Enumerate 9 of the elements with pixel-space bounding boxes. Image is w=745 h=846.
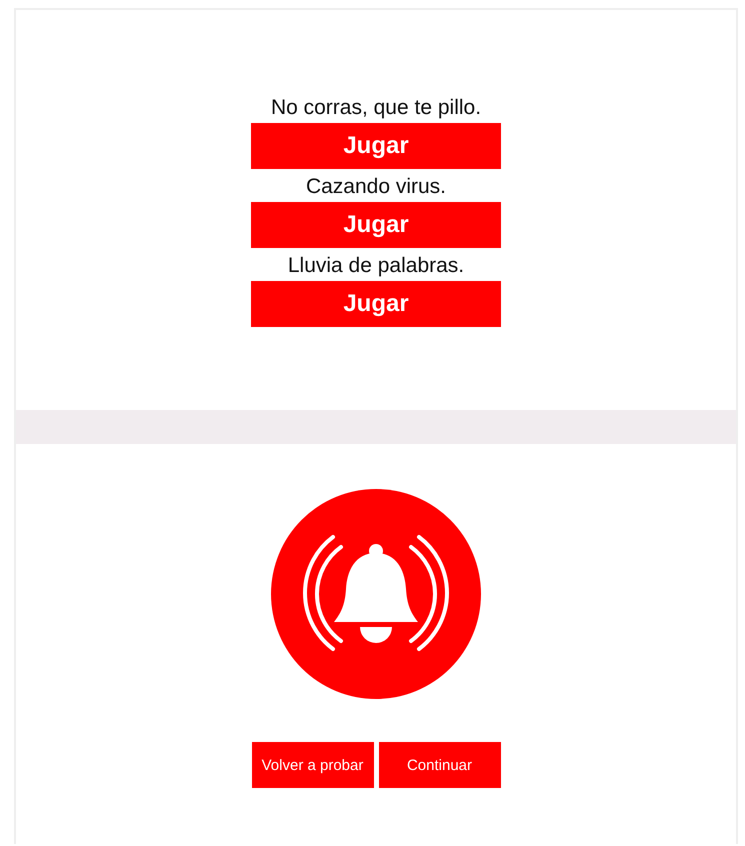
play-button[interactable]: Jugar: [251, 202, 501, 248]
action-button[interactable]: Volver a probar: [252, 742, 374, 788]
game-title: No corras, que te pillo.: [270, 95, 482, 121]
bell-alert-icon: [271, 489, 481, 699]
game-title: Cazando virus.: [306, 174, 446, 200]
play-button[interactable]: Jugar: [251, 281, 501, 327]
action-button[interactable]: Continuar: [378, 742, 500, 788]
game-title: Lluvia de palabras.: [288, 253, 464, 279]
play-button[interactable]: Jugar: [251, 123, 501, 169]
